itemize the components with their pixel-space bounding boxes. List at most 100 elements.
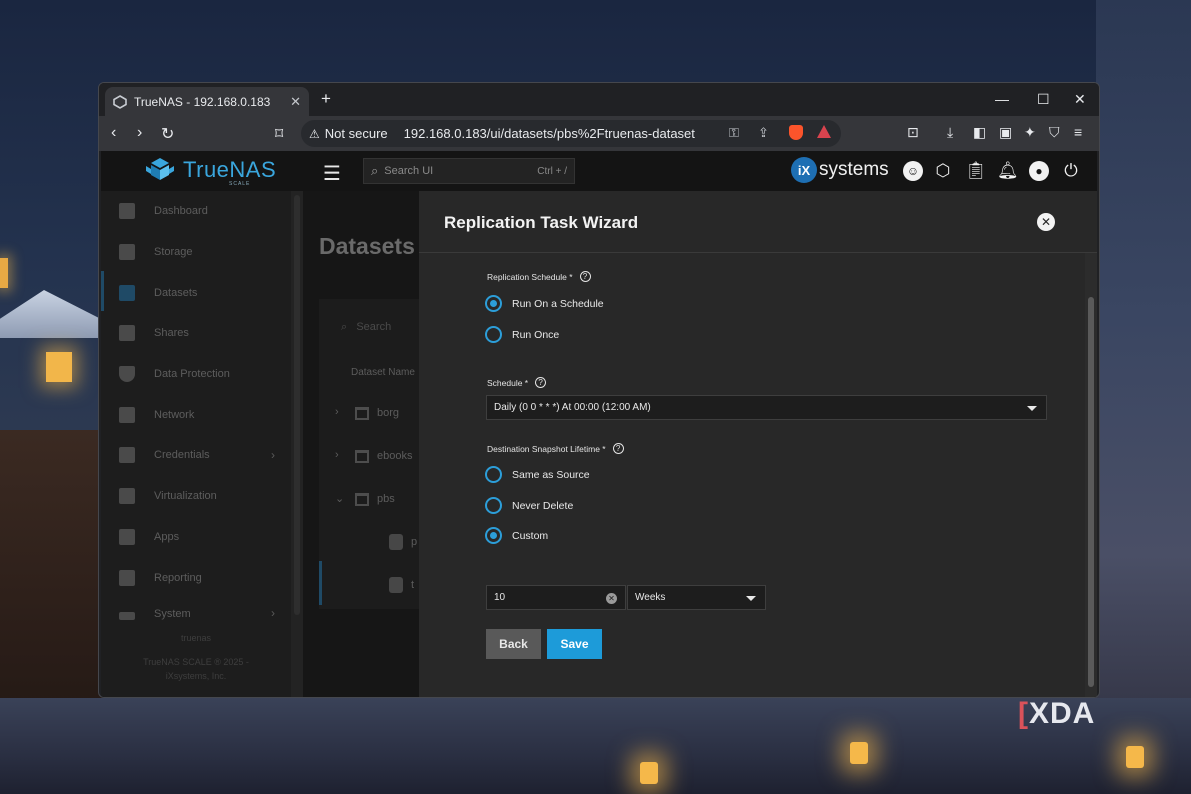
sidebar-item-label: Credentials	[154, 449, 210, 462]
dataset-tree-icon	[355, 450, 369, 463]
table-row[interactable]: p	[319, 523, 419, 563]
ixsystems-logo[interactable]: iX systems	[791, 157, 889, 183]
radio-button-checked[interactable]	[485, 295, 502, 312]
chevron-right-icon: ›	[271, 448, 275, 463]
dataset-name: p	[411, 536, 418, 548]
radio-run-on-schedule[interactable]: Run On a Schedule	[485, 295, 604, 312]
reload-icon[interactable]: ↻	[161, 124, 174, 144]
new-tab-icon[interactable]: +	[321, 89, 331, 109]
radio-custom[interactable]: Custom	[485, 527, 548, 544]
brave-shield-icon[interactable]	[789, 125, 803, 143]
sidebar-item-storage[interactable]: Storage	[101, 232, 291, 273]
chevron-right-icon[interactable]: ›	[335, 449, 339, 461]
minimize-icon[interactable]: —	[995, 91, 1009, 107]
back-button[interactable]: Back	[486, 629, 541, 659]
scrollbar-thumb[interactable]	[294, 195, 300, 615]
bookmark-icon[interactable]: ⌑	[275, 124, 283, 144]
radio-button[interactable]	[485, 497, 502, 514]
close-dialog-icon[interactable]: ✕	[1037, 213, 1055, 231]
back-icon[interactable]: ‹	[111, 124, 116, 142]
sidebar-item-label: Data Protection	[154, 368, 230, 381]
search-ui-placeholder: Search UI	[384, 165, 434, 177]
browser-tab[interactable]: TrueNAS - 192.168.0.183 ✕	[105, 87, 309, 116]
screenshot-icon[interactable]: ⊡	[907, 124, 919, 141]
forward-icon[interactable]: ›	[137, 124, 142, 142]
leo-ai-icon[interactable]: ✦	[1024, 124, 1036, 141]
vpn-icon[interactable]: ⛉	[1049, 124, 1060, 141]
sidebar-item-dashboard[interactable]: Dashboard	[101, 191, 291, 232]
radio-button-checked[interactable]	[485, 527, 502, 544]
sidebar-scrollbar[interactable]	[291, 191, 303, 697]
schedule-select[interactable]: Daily (0 0 * * *) At 00:00 (12:00 AM)	[486, 395, 1047, 420]
chevron-down-icon[interactable]: ⌄	[335, 492, 344, 505]
menu-icon[interactable]: ≡	[1074, 124, 1082, 140]
table-row[interactable]: ⌄ pbs	[319, 480, 419, 520]
storage-icon	[119, 244, 135, 261]
search-placeholder: Search	[356, 321, 392, 333]
dataset-search-input[interactable]: ⌕ Search	[341, 321, 391, 334]
lifetime-value-input[interactable]: 10 ✕	[486, 585, 626, 610]
radio-never-delete[interactable]: Never Delete	[485, 497, 573, 514]
table-row[interactable]: › ebooks	[319, 437, 419, 477]
clear-input-icon[interactable]: ✕	[606, 593, 617, 604]
chevron-right-icon[interactable]: ›	[335, 406, 339, 418]
sidebar-item-reporting[interactable]: Reporting	[101, 557, 291, 598]
datasets-page: Datasets ⌕ Search Dataset Name › borg › …	[303, 191, 419, 697]
search-shortcut: Ctrl + /	[537, 165, 567, 177]
notifications-bell-icon[interactable]: 🔔︎	[997, 161, 1019, 181]
save-button[interactable]: Save	[547, 629, 602, 659]
schedule-value: Daily (0 0 * * *) At 00:00 (12:00 AM)	[494, 402, 651, 413]
url-text[interactable]: 192.168.0.183/ui/datasets/pbs%2Ftruenas-…	[404, 126, 695, 141]
truenas-logo[interactable]: TrueNAS SCALE	[143, 157, 276, 187]
dialog-scrollbar[interactable]	[1085, 253, 1097, 697]
power-icon[interactable]: ⏻	[1061, 161, 1081, 181]
close-window-icon[interactable]: ✕	[1074, 91, 1086, 108]
sidebar-item-shares[interactable]: Shares	[101, 313, 291, 354]
caret-down-icon	[746, 596, 756, 601]
tab-close-icon[interactable]: ✕	[290, 94, 301, 110]
sidebar-item-apps[interactable]: Apps	[101, 517, 291, 558]
share-icon[interactable]: ⇪	[758, 125, 769, 141]
lifetime-unit-select[interactable]: Weeks	[627, 585, 766, 610]
sidebar-item-system[interactable]: System ›	[101, 598, 291, 620]
sidebar-item-data-protection[interactable]: Data Protection	[101, 354, 291, 395]
search-ui-input[interactable]: ⌕ Search UI Ctrl + /	[363, 158, 575, 184]
sidebar-footer-company[interactable]: iXsystems, Inc.	[101, 671, 291, 681]
table-row[interactable]: › borg	[319, 394, 419, 434]
brave-rewards-icon[interactable]	[817, 125, 831, 141]
radio-same-as-source[interactable]: Same as Source	[485, 466, 590, 483]
sidebar-item-credentials[interactable]: Credentials ›	[101, 435, 291, 476]
truecommand-icon[interactable]: ⬡	[933, 161, 953, 181]
browser-toolbar: ‹ › ↻ ⌑ ⚠ Not secure 192.168.0.183/ui/da…	[99, 116, 1099, 151]
dataset-name: borg	[377, 407, 400, 419]
sidebar-item-virtualization[interactable]: Virtualization	[101, 476, 291, 517]
datasets-card: ⌕ Search Dataset Name › borg › ebooks ⌄ …	[319, 299, 419, 609]
radio-run-once[interactable]: Run Once	[485, 326, 559, 343]
download-icon[interactable]: ⤓	[947, 124, 953, 141]
hamburger-menu-icon[interactable]: ☰	[323, 161, 341, 186]
search-icon: ⌕	[341, 321, 348, 333]
wallet-icon[interactable]: ▣	[999, 124, 1012, 141]
sidebar-item-label: Shares	[154, 327, 189, 340]
sidebar-item-datasets[interactable]: Datasets	[101, 272, 291, 313]
shares-icon	[119, 325, 135, 342]
key-icon[interactable]: ⚿	[729, 125, 739, 141]
wallpaper-mountain	[1096, 0, 1191, 794]
maximize-icon[interactable]: ☐	[1037, 91, 1050, 108]
feedback-icon[interactable]: ☺	[903, 161, 923, 181]
radio-button[interactable]	[485, 466, 502, 483]
tab-title: TrueNAS - 192.168.0.183	[134, 94, 271, 109]
sidebar-toggle-icon[interactable]: ◧	[973, 124, 986, 141]
scrollbar-thumb[interactable]	[1088, 297, 1094, 687]
table-row[interactable]: t	[319, 566, 419, 606]
dataset-name: ebooks	[377, 450, 413, 462]
address-bar[interactable]: ⚠ Not secure 192.168.0.183/ui/datasets/p…	[301, 120, 841, 147]
help-icon[interactable]: ?	[612, 443, 624, 454]
radio-button[interactable]	[485, 326, 502, 343]
account-icon[interactable]: ●	[1029, 161, 1049, 181]
sidebar-item-network[interactable]: Network	[101, 394, 291, 435]
help-icon[interactable]: ?	[535, 377, 547, 388]
help-icon[interactable]: ?	[579, 271, 591, 282]
sidebar-item-label: Storage	[154, 246, 193, 259]
jobs-clipboard-icon[interactable]: 📋︎	[965, 161, 987, 181]
